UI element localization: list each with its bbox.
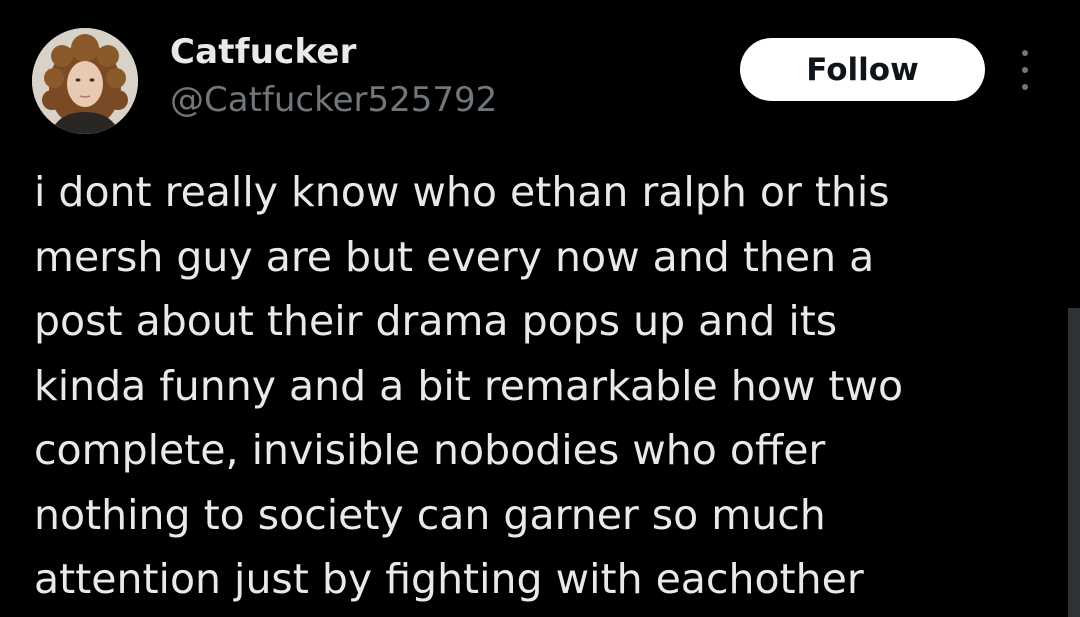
follow-button[interactable]: Follow [740, 38, 985, 101]
dot [1022, 50, 1028, 56]
dot [1022, 84, 1028, 90]
more-options-icon[interactable] [1012, 50, 1038, 90]
author-display-name[interactable]: Catfucker [170, 30, 357, 74]
avatar-image [32, 28, 138, 134]
dot [1022, 67, 1028, 73]
scrollbar[interactable] [1068, 308, 1080, 617]
tweet-card: Catfucker @Catfucker525792 Follow i dont… [0, 0, 1080, 617]
author-handle[interactable]: @Catfucker525792 [170, 78, 497, 122]
avatar[interactable] [32, 28, 138, 134]
tweet-text: i dont really know who ethan ralph or th… [34, 168, 904, 603]
